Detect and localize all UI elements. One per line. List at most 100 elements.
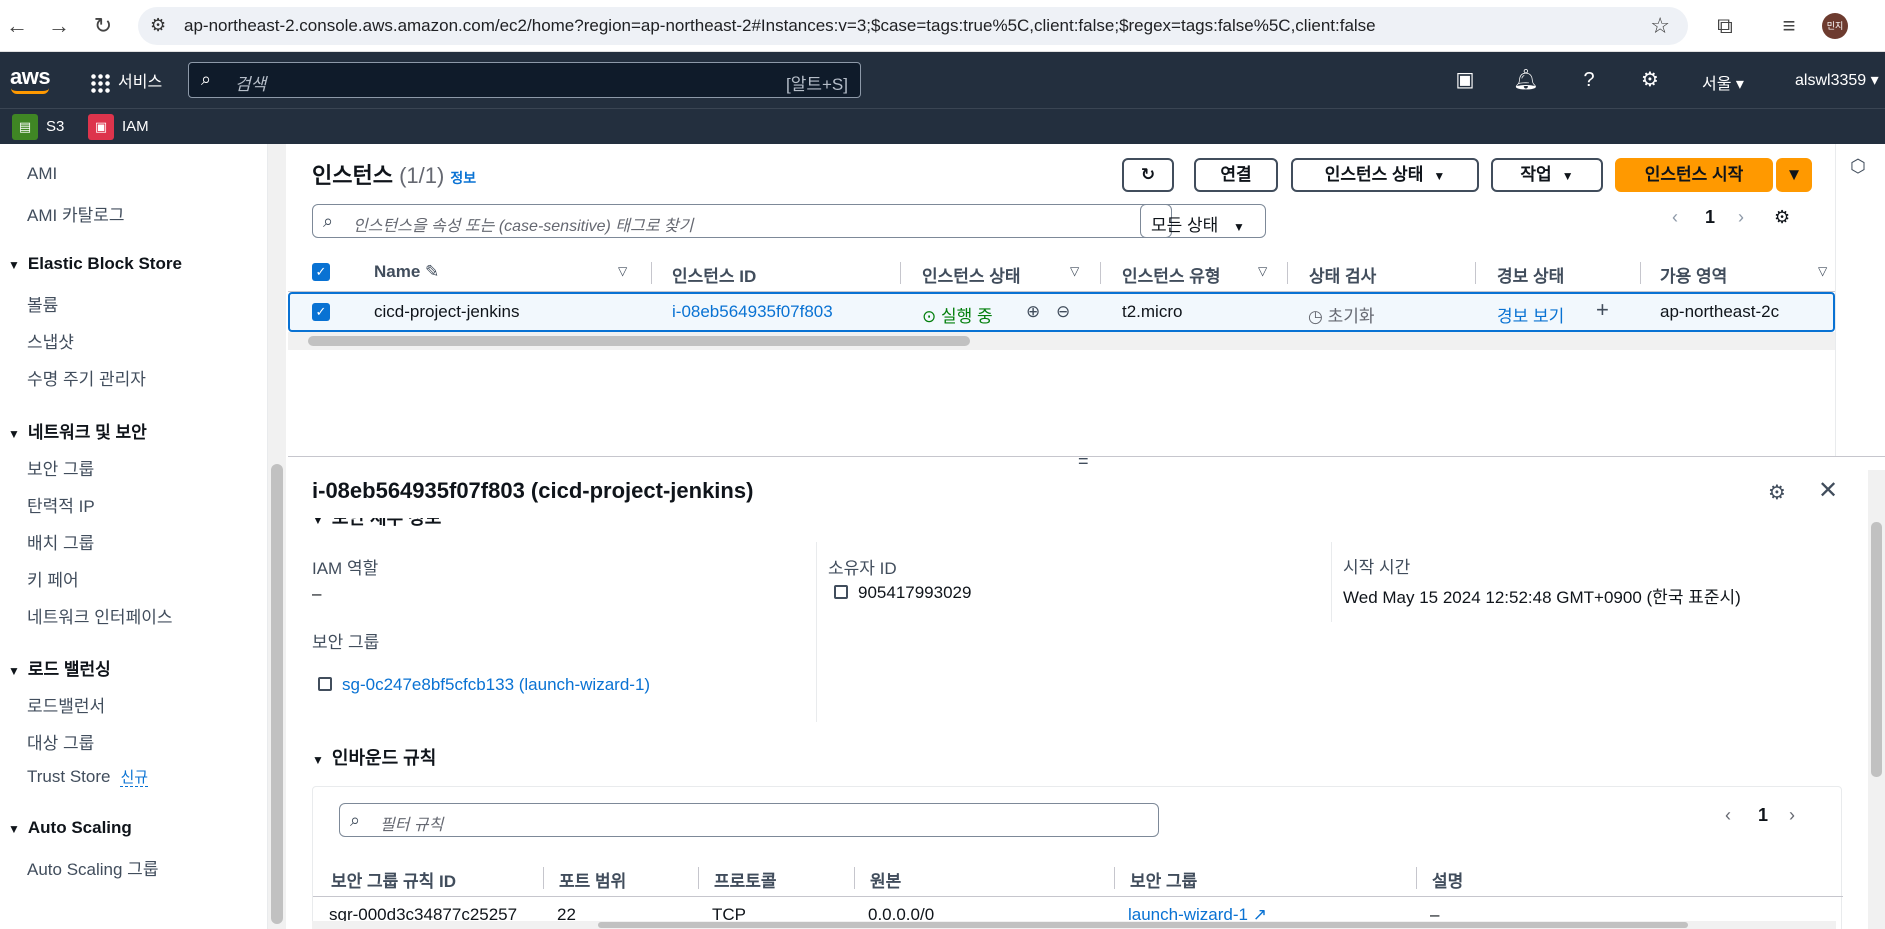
iam-icon: ▣ [88, 114, 114, 140]
actions-button[interactable]: 작업 ▼ [1491, 158, 1603, 192]
sidebar-section-auto-scaling[interactable]: ▼ Auto Scaling [8, 818, 132, 838]
row-checkbox[interactable]: ✓ [312, 303, 330, 321]
search-input[interactable]: ⌕ 검색 [알트+S] [188, 62, 861, 98]
sidebar-item-load-balancers[interactable]: 로드밸런서 [27, 692, 105, 717]
drag-handle-icon[interactable]: = [1078, 451, 1089, 472]
sidebar-item-lifecycle-manager[interactable]: 수명 주기 관리자 [27, 365, 146, 390]
details-settings-icon[interactable]: ⚙ [1768, 480, 1786, 505]
column-source[interactable]: 원본 [870, 867, 901, 892]
media-icon[interactable]: ≡ [1776, 13, 1802, 39]
tools-panel-icon[interactable]: ⬡ [1850, 156, 1866, 177]
sidebar-item-elastic-ip[interactable]: 탄력적 IP [27, 492, 95, 517]
sort-icon[interactable]: ▽ [1070, 264, 1079, 278]
close-icon[interactable]: ✕ [1818, 476, 1838, 505]
profile-avatar[interactable]: 민지 [1822, 13, 1848, 39]
sidebar-item-snapshots[interactable]: 스냅샷 [27, 328, 74, 353]
sidebar-item-ami-catalog[interactable]: AMI 카탈로그 [27, 201, 125, 226]
column-status-check[interactable]: 상태 검사 [1309, 262, 1376, 287]
column-instance-type[interactable]: 인스턴스 유형 [1122, 262, 1221, 287]
bookmark-star-icon[interactable]: ☆ [1650, 13, 1670, 39]
select-all-checkbox[interactable]: ✓ [312, 263, 330, 281]
instance-state-button[interactable]: 인스턴스 상태 ▼ [1291, 158, 1479, 192]
instance-id-link[interactable]: i-08eb564935f07f803 [672, 302, 833, 322]
cloudshell-icon[interactable]: ▣ [1451, 66, 1479, 94]
state-filter-select[interactable]: 모든 상태 ▼ [1140, 204, 1266, 238]
sidebar-item-auto-scaling-groups[interactable]: Auto Scaling 그룹 [27, 855, 158, 880]
table-settings-icon[interactable]: ⚙ [1774, 207, 1790, 228]
column-rule-id[interactable]: 보안 그룹 규칙 ID [331, 867, 456, 892]
favorite-iam[interactable]: ▣ IAM [88, 114, 149, 140]
favorite-s3[interactable]: ▤ S3 [12, 114, 64, 140]
column-alarm-status[interactable]: 경보 상태 [1497, 262, 1564, 287]
site-settings-icon[interactable]: ⚙ [150, 15, 166, 36]
panel-splitter[interactable]: = [288, 451, 1885, 471]
column-instance-state[interactable]: 인스턴스 상태 [922, 262, 1021, 287]
back-icon[interactable]: ← [4, 13, 30, 39]
services-menu[interactable]: 서비스 [90, 68, 162, 93]
region-selector[interactable]: 서울 ▾ [1702, 70, 1744, 94]
launch-instances-button[interactable]: 인스턴스 시작 [1615, 158, 1773, 192]
table-row[interactable]: ✓ cicd-project-jenkins i-08eb564935f07f8… [288, 292, 1835, 332]
view-alarms-link[interactable]: 경보 보기 [1497, 302, 1564, 327]
column-port-range[interactable]: 포트 범위 [559, 867, 626, 892]
iam-role-label: IAM 역할 [312, 559, 379, 578]
instance-search-input[interactable]: ⌕ 인스턴스을 속성 또는 (case-sensitive) 태그로 찾기 [312, 204, 1172, 238]
column-instance-id[interactable]: 인스턴스 ID [672, 262, 756, 287]
column-availability-zone[interactable]: 가용 영역 [1660, 262, 1727, 287]
column-description[interactable]: 설명 [1432, 867, 1463, 892]
launch-dropdown-button[interactable]: ▼ [1776, 158, 1812, 192]
page-title: 인스턴스 (1/1) 정보 [312, 163, 477, 188]
details-vscrollbar[interactable] [1868, 470, 1885, 929]
help-icon[interactable]: ? [1575, 66, 1603, 94]
copy-icon[interactable] [834, 585, 848, 599]
info-link[interactable]: 정보 [450, 170, 476, 186]
sidebar-item-target-groups[interactable]: 대상 그룹 [27, 729, 94, 754]
sidebar-item-security-groups[interactable]: 보안 그룹 [27, 455, 94, 480]
sidebar-item-volumes[interactable]: 볼륨 [27, 291, 58, 316]
sort-icon[interactable]: ▽ [1818, 264, 1827, 278]
rules-hscrollbar[interactable] [312, 921, 1836, 929]
sidebar-section-network[interactable]: ▼ 네트워크 및 보안 [8, 418, 147, 443]
connect-button[interactable]: 연결 [1194, 158, 1278, 192]
add-alarm-icon[interactable]: + [1596, 297, 1609, 323]
column-protocol[interactable]: 프로토콜 [714, 867, 777, 892]
extensions-icon[interactable]: ⧉ [1712, 13, 1738, 39]
sidebar-section-load-balancing[interactable]: ▼ 로드 밸런싱 [8, 655, 111, 680]
copy-icon[interactable] [318, 677, 332, 691]
security-group-link[interactable]: sg-0c247e8bf5cfcb133 (launch-wizard-1) [318, 675, 650, 695]
column-name[interactable]: Name ✎ [374, 262, 439, 282]
zoom-in-icon[interactable]: ⊕ [1026, 302, 1040, 322]
page-number[interactable]: 1 [1705, 207, 1715, 228]
sidebar-scrollbar[interactable] [268, 144, 286, 929]
prev-page-icon[interactable]: ‹ [1672, 207, 1678, 228]
sidebar-section-ebs[interactable]: ▼ Elastic Block Store [8, 254, 182, 274]
sidebar-item-ami[interactable]: AMI [27, 164, 57, 184]
sidebar-item-network-interfaces[interactable]: 네트워크 인터페이스 [27, 603, 172, 628]
prev-page-icon[interactable]: ‹ [1725, 805, 1731, 826]
rule-filter-input[interactable]: ⌕ 필터 규칙 [339, 803, 1159, 837]
sort-icon[interactable]: ▽ [618, 264, 627, 278]
column-security-group[interactable]: 보안 그룹 [1130, 867, 1197, 892]
sidebar-item-placement-groups[interactable]: 배치 그룹 [27, 529, 94, 554]
sidebar-item-trust-store[interactable]: Trust Store 신규 [27, 766, 149, 787]
forward-icon[interactable]: → [46, 13, 72, 39]
table-hscrollbar[interactable] [288, 332, 1835, 350]
sidebar-item-key-pairs[interactable]: 키 페어 [27, 566, 79, 591]
reload-icon[interactable]: ↻ [90, 13, 116, 39]
notifications-icon[interactable]: 🔔︎ [1512, 66, 1540, 94]
zoom-out-icon[interactable]: ⊖ [1056, 302, 1070, 322]
settings-icon[interactable]: ⚙ [1636, 66, 1664, 94]
aws-top-nav: aws 서비스 ⌕ 검색 [알트+S] ▣ 🔔︎ ? ⚙ 서울 ▾ alswl3… [0, 52, 1885, 108]
aws-logo[interactable]: aws [10, 64, 51, 94]
next-page-icon[interactable]: › [1738, 207, 1744, 228]
address-bar[interactable]: ⚙ ap-northeast-2.console.aws.amazon.com/… [138, 7, 1688, 45]
section-security-details[interactable]: ▼ 보안 세부 정보 [312, 518, 441, 530]
search-icon: ⌕ [201, 69, 212, 89]
sort-icon[interactable]: ▽ [1258, 264, 1267, 278]
url-text[interactable]: ap-northeast-2.console.aws.amazon.com/ec… [184, 16, 1376, 36]
next-page-icon[interactable]: › [1789, 805, 1795, 826]
refresh-button[interactable]: ↻ [1122, 158, 1174, 192]
account-menu[interactable]: alswl3359 ▾ [1795, 70, 1879, 90]
section-inbound-rules[interactable]: ▼ 인바운드 규칙 [312, 744, 436, 770]
rule-page-number[interactable]: 1 [1758, 805, 1768, 826]
